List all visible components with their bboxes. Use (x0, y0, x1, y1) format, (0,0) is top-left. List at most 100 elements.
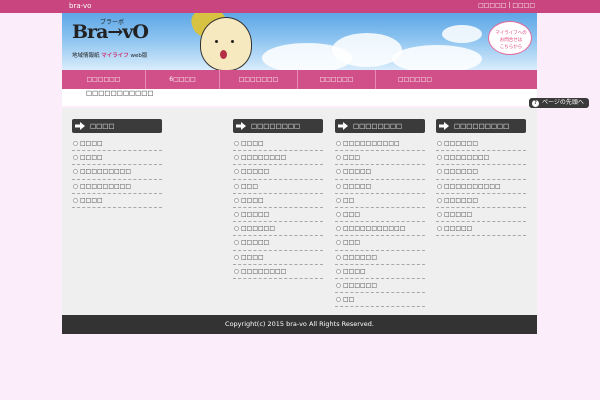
circle-bullet-icon (336, 141, 341, 146)
circle-bullet-icon (234, 141, 239, 146)
circle-bullet-icon (336, 226, 341, 232)
sitemap-column-4: □□□□□□□□□ □□□□□□ □□□□□□□□ □□□□□□ □□□□□□□… (436, 119, 526, 237)
circle-bullet-icon (73, 155, 78, 161)
list-item-label: □□□□□□□□□□□ (343, 225, 406, 233)
circle-bullet-icon (234, 254, 239, 260)
list-item[interactable]: □□□□□ (233, 165, 323, 180)
circle-bullet-icon (336, 197, 341, 203)
list-item[interactable]: □□□□ (72, 137, 162, 152)
list-item[interactable]: □□□□□□ (436, 165, 526, 180)
circle-bullet-icon (234, 183, 239, 189)
list-item[interactable]: □□□□□ (436, 222, 526, 237)
list-item-label: □□□□ (241, 196, 264, 204)
list-item[interactable]: □□□ (335, 236, 425, 251)
list-item[interactable]: □□□□□□ (436, 137, 526, 152)
column-list: □□□□□□□□□□ □□□ □□□□□ □□□□□ □□ □□□ □□□□□□… (335, 137, 425, 308)
list-item[interactable]: □□□□ (233, 251, 323, 265)
arrow-right-icon (75, 122, 85, 130)
logo-sub-suffix: web版 (130, 53, 148, 59)
list-item[interactable]: □□□□□□□□ (436, 151, 526, 166)
list-item[interactable]: □□□ (335, 151, 425, 166)
copyright-text: Copyright(c) 2015 bra-vo All Rights Rese… (225, 320, 374, 328)
site-name[interactable]: bra-vo (69, 2, 91, 10)
list-item-label: □□□□ (241, 140, 264, 147)
list-item-label: □□□□□□ (444, 140, 479, 147)
list-item-label: □□□□□□□□ (444, 154, 490, 162)
list-item-label: □□□□□□ (343, 281, 378, 289)
list-item[interactable]: □□□□□□ (335, 279, 425, 294)
bubble-line-3: こちらから (499, 45, 523, 50)
list-item-label: □□□□□□□□ (241, 267, 287, 275)
back-to-top-button[interactable]: ? ページの先頭へ (529, 98, 589, 108)
list-item-label: □□□□ (80, 140, 103, 147)
circle-bullet-icon (437, 226, 442, 232)
list-item-label: □□ (343, 196, 355, 204)
sitemap-column-3: □□□□□□□□ □□□□□□□□□□ □□□ □□□□□ □□□□□ □□ □… (335, 119, 425, 308)
circle-bullet-icon (234, 197, 239, 203)
list-item-label: □□ (343, 296, 355, 304)
list-item[interactable]: □□□□□□□□□ (72, 180, 162, 194)
list-item-label: □□□□□□□□□□ (444, 182, 501, 190)
list-item-label: □□□ (343, 210, 361, 218)
list-item[interactable]: □□ (335, 293, 425, 308)
list-item[interactable]: □□□□□□□□□□ (335, 137, 425, 152)
list-item[interactable]: □□□□ (72, 194, 162, 208)
back-to-top-label: ページの先頭へ (542, 99, 584, 106)
column-list: □□□□ □□□□ □□□□□□□□□ □□□□□□□□□ □□□□ (72, 137, 162, 208)
list-item[interactable]: □□□□□□□□ (233, 151, 323, 166)
nav-item-1[interactable]: □□□□□□ (62, 70, 146, 89)
logo-sub-brand: マイライフ (101, 53, 129, 59)
top-link-separator: | (508, 2, 511, 9)
list-item[interactable]: □□□□ (72, 151, 162, 166)
list-item-label: □□□□□□ (343, 253, 378, 261)
sitemap-column-2: □□□□□□□□ □□□□ □□□□□□□□ □□□□□ □□□ □□□□ □□… (233, 119, 323, 279)
column-heading-text: □□□□□□□□□ (454, 122, 510, 130)
nav-item-4[interactable]: □□□□□□ (298, 70, 376, 89)
circle-bullet-icon (336, 169, 341, 175)
circle-bullet-icon (336, 211, 341, 217)
list-item-label: □□□□ (80, 154, 103, 162)
list-item[interactable]: □□□□ (233, 194, 323, 208)
list-item-label: □□□□ (80, 196, 103, 204)
nav-item-5[interactable]: □□□□□□ (376, 70, 454, 89)
top-links: □□□□□ | □□□□ (478, 2, 535, 9)
list-item[interactable]: □□□□□□□□□ (72, 165, 162, 180)
circle-bullet-icon (437, 211, 442, 217)
list-item[interactable]: □□□□□□ (436, 194, 526, 208)
site-logo[interactable]: ブラーボ Bra→vO 地域情報紙 マイライフ web版 (72, 19, 192, 67)
list-item[interactable]: □□□□□□ (335, 251, 425, 265)
nav-item-3[interactable]: □□□□□□□ (220, 70, 298, 89)
list-item[interactable]: □□□□□□ (233, 222, 323, 237)
nav-item-2[interactable]: 6□□□□ (146, 70, 220, 89)
list-item[interactable]: □□□□□□□□□□ (436, 180, 526, 194)
list-item[interactable]: □□ (335, 194, 425, 208)
top-link-1[interactable]: □□□□□ (478, 2, 506, 9)
contact-bubble[interactable]: マイライフへの お問合せは こちらから (488, 21, 532, 55)
cloud-shape (392, 45, 482, 70)
circle-bullet-icon (336, 268, 341, 274)
column-heading-text: □□□□□□□□ (353, 122, 403, 130)
list-item[interactable]: □□□□ (233, 137, 323, 152)
list-item[interactable]: □□□ (233, 180, 323, 194)
list-item[interactable]: □□□□□□□□ (233, 265, 323, 279)
circle-bullet-icon (336, 240, 341, 246)
list-item[interactable]: □□□□□ (335, 165, 425, 180)
top-link-2[interactable]: □□□□ (512, 2, 535, 9)
list-item[interactable]: □□□□□ (436, 208, 526, 223)
list-item[interactable]: □□□ (335, 208, 425, 223)
question-circle-icon: ? (532, 99, 539, 107)
circle-bullet-icon (73, 197, 78, 203)
list-item[interactable]: □□□□□ (233, 236, 323, 251)
list-item[interactable]: □□□□□□□□□□□ (335, 222, 425, 237)
circle-bullet-icon (437, 169, 442, 175)
list-item[interactable]: □□□□ (335, 265, 425, 279)
circle-bullet-icon (234, 211, 239, 217)
bubble-line-1: マイライフへの (495, 31, 527, 36)
top-bar: bra-vo □□□□□ | □□□□ (0, 0, 600, 13)
arrow-right-icon (439, 122, 449, 130)
bubble-line-2: お問合せは (499, 38, 523, 43)
list-item[interactable]: □□□□□ (335, 180, 425, 194)
list-item[interactable]: □□□□□ (233, 208, 323, 223)
arrow-right-icon (338, 122, 348, 130)
column-list: □□□□ □□□□□□□□ □□□□□ □□□ □□□□ □□□□□ □□□□□… (233, 137, 323, 279)
